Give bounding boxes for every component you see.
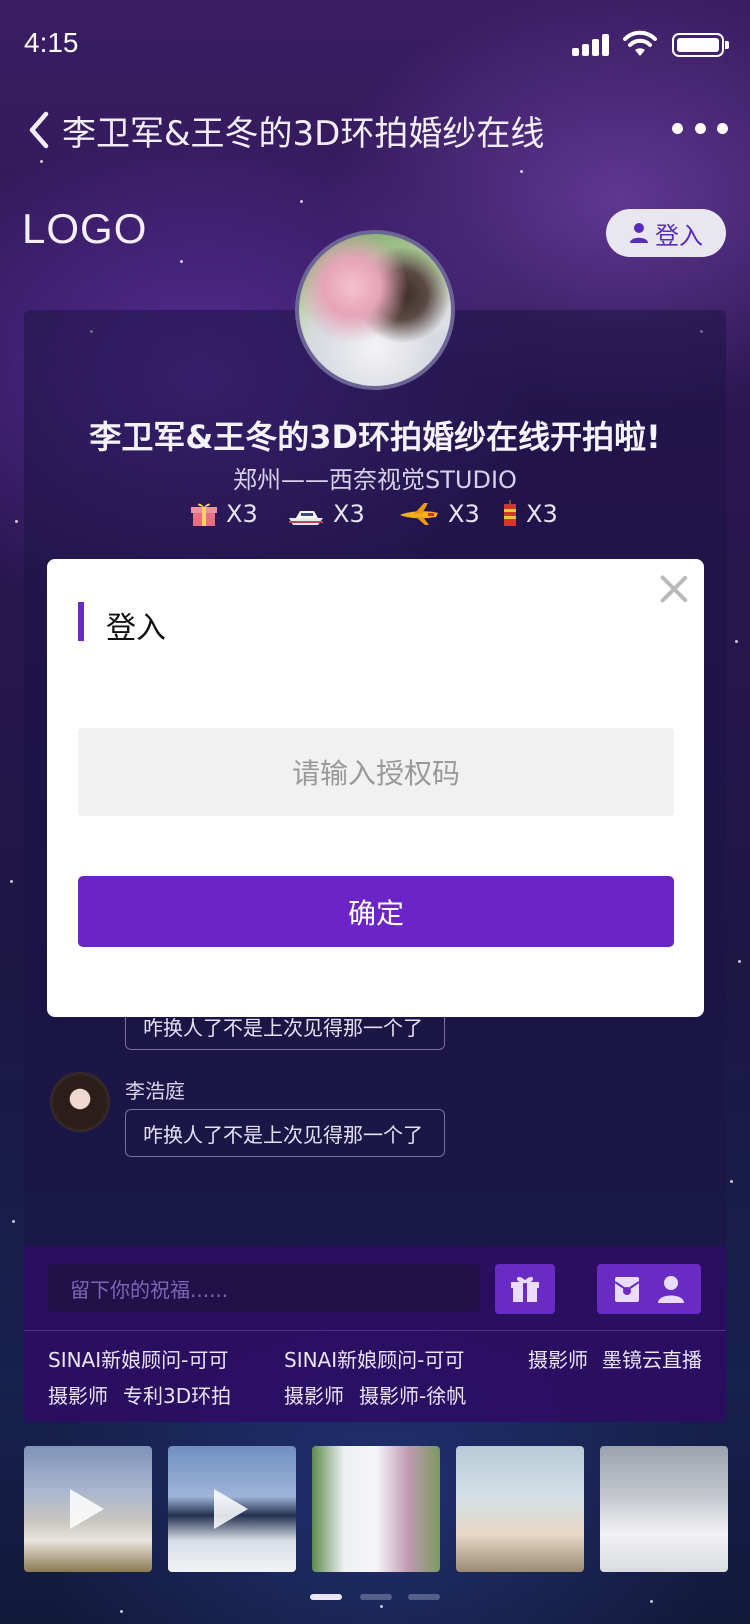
gift-icon — [511, 1276, 539, 1302]
gift-count-item: X3 — [287, 500, 365, 528]
profile-button[interactable] — [641, 1264, 701, 1314]
divider — [24, 1330, 726, 1331]
staff-tag[interactable]: 墨镜云直播 — [602, 1344, 702, 1373]
nav-bar: 李卫军&王冬的3D环拍婚纱在线 — [0, 100, 750, 160]
bottom-action-bar: 留下你的祝福...... SINAI新娘顾问-可可 SINAI新娘顾问-可可 摄… — [24, 1246, 726, 1422]
staff-tag[interactable]: 摄影师 — [284, 1380, 344, 1409]
event-subtitle: 郑州——西奈视觉STUDIO — [233, 466, 517, 494]
chat-message-bubble: 咋换人了不是上次见得那一个了 — [125, 1109, 445, 1157]
play-icon — [214, 1489, 248, 1529]
back-arrow-icon[interactable] — [24, 110, 54, 150]
photo-thumbnail[interactable] — [600, 1446, 728, 1572]
gift-button[interactable] — [495, 1264, 555, 1314]
staff-tag[interactable]: 摄影师-徐帆 — [359, 1380, 466, 1409]
airplane-icon — [400, 503, 438, 525]
video-thumbnail[interactable] — [24, 1446, 152, 1572]
cellular-signal-icon — [572, 34, 612, 56]
play-icon — [70, 1489, 104, 1529]
photo-thumbnail[interactable] — [456, 1446, 584, 1572]
auth-code-input[interactable]: 请输入授权码 — [78, 728, 674, 816]
gift-count-item: X3 — [190, 500, 258, 528]
gift-count-item: X3 — [398, 500, 480, 528]
login-button[interactable]: 登入 — [606, 209, 726, 257]
staff-tag[interactable]: 专利3D环拍 — [123, 1380, 231, 1409]
gift-box-icon — [191, 503, 217, 526]
gift-count-item: X3 — [502, 500, 558, 528]
close-icon[interactable] — [659, 574, 689, 604]
confirm-button[interactable]: 确定 — [78, 876, 674, 947]
page-indicator-active — [310, 1594, 342, 1600]
modal-title: 登入 — [106, 611, 166, 646]
red-envelope-icon — [614, 1277, 640, 1302]
user-icon — [630, 223, 648, 243]
gift-counts: X3 X3 X3 X3 — [190, 500, 570, 538]
wifi-icon — [623, 30, 657, 56]
page-indicator — [360, 1594, 392, 1600]
login-modal: 登入 请输入授权码 确定 — [47, 559, 704, 1017]
login-button-label: 登入 — [655, 221, 703, 250]
video-thumbnail[interactable] — [168, 1446, 296, 1572]
title-accent-bar — [78, 602, 84, 641]
page-title: 李卫军&王冬的3D环拍婚纱在线 — [62, 114, 545, 154]
more-options-icon[interactable] — [672, 118, 728, 138]
page-indicator — [408, 1594, 440, 1600]
status-bar: 4:15 — [0, 0, 750, 88]
staff-tag[interactable]: 摄影师 — [48, 1380, 108, 1409]
event-title: 李卫军&王冬的3D环拍婚纱在线开拍啦! — [89, 418, 661, 456]
staff-tag[interactable]: 摄影师 — [528, 1344, 588, 1373]
staff-tag[interactable]: SINAI新娘顾问-可可 — [284, 1344, 464, 1373]
status-time: 4:15 — [24, 27, 79, 58]
yacht-icon — [289, 511, 323, 525]
battery-icon — [672, 33, 729, 57]
logo: LOGO — [22, 205, 148, 252]
firecracker-icon — [504, 500, 516, 526]
user-icon — [658, 1276, 684, 1303]
chat-username: 李浩庭 — [125, 1079, 185, 1103]
wish-input[interactable]: 留下你的祝福...... — [48, 1264, 480, 1312]
photo-thumbnail[interactable] — [312, 1446, 440, 1572]
chat-avatar — [50, 1072, 110, 1132]
staff-tag[interactable]: SINAI新娘顾问-可可 — [48, 1344, 228, 1373]
couple-avatar — [295, 230, 455, 390]
